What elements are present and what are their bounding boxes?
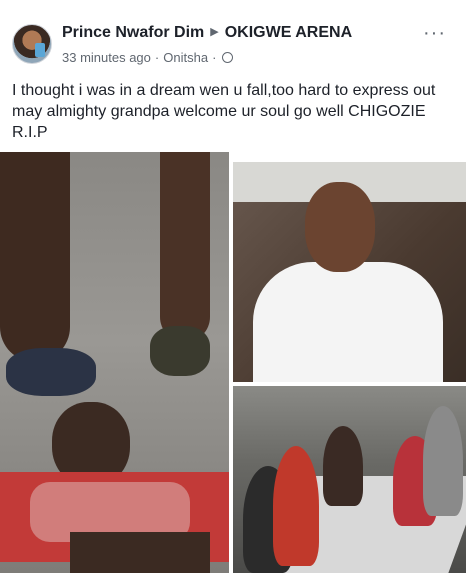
- meta-separator: ·: [212, 50, 217, 65]
- photo-figure-torso: [70, 532, 210, 573]
- post-message: I thought i was in a dream wen u fall,to…: [12, 82, 436, 141]
- post-header: Prince Nwafor Dim ▶ OKIGWE ARENA 33 minute…: [0, 0, 466, 70]
- photo-bystander-leg: [0, 152, 70, 362]
- group-name[interactable]: OKIGWE ARENA: [225, 24, 352, 41]
- photo-person: [273, 446, 319, 566]
- more-horizontal-icon[interactable]: ···: [423, 22, 446, 45]
- photo-sandal: [150, 326, 210, 376]
- facebook-post: Prince Nwafor Dim ▶ OKIGWE ARENA 33 minute…: [0, 0, 466, 573]
- author-name[interactable]: Prince Nwafor Dim: [62, 24, 204, 41]
- post-meta: 33 minutes ago · Onitsha ·: [62, 50, 234, 65]
- avatar-phone-detail: [35, 43, 45, 57]
- photo-3[interactable]: [233, 386, 466, 573]
- post-location[interactable]: Onitsha: [163, 50, 208, 65]
- post-title-line: Prince Nwafor Dim ▶ OKIGWE ARENA: [62, 24, 352, 42]
- photo-sandal: [6, 348, 96, 396]
- author-avatar[interactable]: [12, 24, 52, 64]
- triangle-right-icon: ▶: [210, 26, 219, 38]
- photo-grid: [0, 152, 466, 573]
- meta-separator: ·: [154, 50, 160, 65]
- photo-2[interactable]: [233, 162, 466, 382]
- photo-person-shirt: [253, 262, 443, 382]
- photo-1[interactable]: [0, 152, 229, 573]
- photo-bystander-leg: [160, 152, 210, 342]
- photo-person-face: [305, 182, 375, 272]
- photo-person: [423, 406, 463, 516]
- photo-person: [323, 426, 363, 506]
- globe-icon: [222, 52, 234, 63]
- post-timestamp[interactable]: 33 minutes ago: [62, 50, 151, 65]
